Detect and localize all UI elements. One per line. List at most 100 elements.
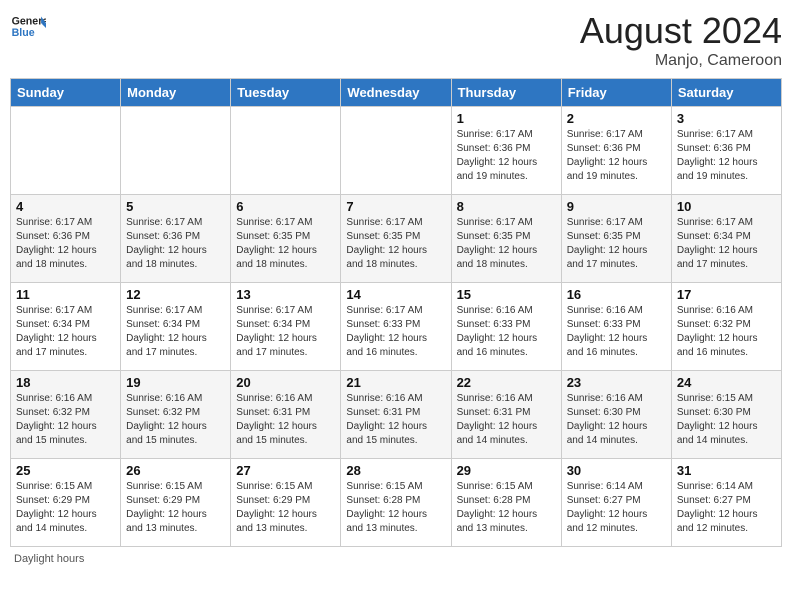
day-info: Sunrise: 6:17 AM Sunset: 6:33 PM Dayligh… <box>346 304 445 360</box>
location-subtitle: Manjo, Cameroon <box>580 52 782 70</box>
day-info: Sunrise: 6:16 AM Sunset: 6:32 PM Dayligh… <box>126 392 225 448</box>
calendar-cell: 5 Sunrise: 6:17 AM Sunset: 6:36 PM Daylig… <box>121 195 231 283</box>
logo-icon: General Blue <box>10 10 46 46</box>
day-info: Sunrise: 6:16 AM Sunset: 6:32 PM Dayligh… <box>677 304 776 360</box>
day-number: 12 <box>126 287 225 302</box>
footer: Daylight hours <box>10 553 782 565</box>
calendar-cell: 25 Sunrise: 6:15 AM Sunset: 6:29 PM Dayli… <box>11 459 121 547</box>
day-number: 13 <box>236 287 335 302</box>
day-info: Sunrise: 6:17 AM Sunset: 6:35 PM Dayligh… <box>346 216 445 272</box>
day-number: 4 <box>16 199 115 214</box>
calendar-cell: 24Sunrise: 6:15 AM Sunset: 6:30 PM Dayli… <box>671 371 781 459</box>
day-number: 28 <box>346 463 445 478</box>
day-number: 5 <box>126 199 225 214</box>
day-number: 8 <box>457 199 556 214</box>
day-number: 27 <box>236 463 335 478</box>
daylight-label: Daylight hours <box>14 553 84 565</box>
calendar-cell: 16Sunrise: 6:16 AM Sunset: 6:33 PM Dayli… <box>561 283 671 371</box>
day-info: Sunrise: 6:17 AM Sunset: 6:36 PM Dayligh… <box>457 128 556 184</box>
calendar-cell: 28 Sunrise: 6:15 AM Sunset: 6:28 PM Dayli… <box>341 459 451 547</box>
calendar-cell: 22Sunrise: 6:16 AM Sunset: 6:31 PM Dayli… <box>451 371 561 459</box>
day-number: 21 <box>346 375 445 390</box>
day-info: Sunrise: 6:16 AM Sunset: 6:30 PM Dayligh… <box>567 392 666 448</box>
day-number: 29 <box>457 463 556 478</box>
calendar-cell <box>11 107 121 195</box>
calendar-cell: 23Sunrise: 6:16 AM Sunset: 6:30 PM Dayli… <box>561 371 671 459</box>
day-info: Sunrise: 6:17 AM Sunset: 6:36 PM Dayligh… <box>126 216 225 272</box>
day-info: Sunrise: 6:17 AM Sunset: 6:36 PM Dayligh… <box>677 128 776 184</box>
day-info: Sunrise: 6:17 AM Sunset: 6:36 PM Dayligh… <box>567 128 666 184</box>
day-info: Sunrise: 6:14 AM Sunset: 6:27 PM Dayligh… <box>567 480 666 536</box>
calendar-cell: 14 Sunrise: 6:17 AM Sunset: 6:33 PM Dayli… <box>341 283 451 371</box>
day-info: Sunrise: 6:17 AM Sunset: 6:35 PM Dayligh… <box>567 216 666 272</box>
day-info: Sunrise: 6:16 AM Sunset: 6:31 PM Dayligh… <box>457 392 556 448</box>
day-number: 6 <box>236 199 335 214</box>
day-info: Sunrise: 6:15 AM Sunset: 6:29 PM Dayligh… <box>236 480 335 536</box>
day-number: 15 <box>457 287 556 302</box>
day-info: Sunrise: 6:16 AM Sunset: 6:32 PM Dayligh… <box>16 392 115 448</box>
calendar-cell: 10 Sunrise: 6:17 AM Sunset: 6:34 PM Dayli… <box>671 195 781 283</box>
day-info: Sunrise: 6:15 AM Sunset: 6:28 PM Dayligh… <box>346 480 445 536</box>
day-number: 17 <box>677 287 776 302</box>
calendar-cell: 6 Sunrise: 6:17 AM Sunset: 6:35 PM Daylig… <box>231 195 341 283</box>
day-number: 2 <box>567 111 666 126</box>
day-info: Sunrise: 6:17 AM Sunset: 6:35 PM Dayligh… <box>236 216 335 272</box>
day-info: Sunrise: 6:17 AM Sunset: 6:34 PM Dayligh… <box>16 304 115 360</box>
day-number: 30 <box>567 463 666 478</box>
col-header-thursday: Thursday <box>451 79 561 107</box>
calendar-cell <box>231 107 341 195</box>
day-info: Sunrise: 6:17 AM Sunset: 6:34 PM Dayligh… <box>677 216 776 272</box>
day-number: 16 <box>567 287 666 302</box>
week-row-3: 11 Sunrise: 6:17 AM Sunset: 6:34 PM Dayli… <box>11 283 782 371</box>
week-row-4: 18 Sunrise: 6:16 AM Sunset: 6:32 PM Dayli… <box>11 371 782 459</box>
calendar-cell: 30 Sunrise: 6:14 AM Sunset: 6:27 PM Dayli… <box>561 459 671 547</box>
day-info: Sunrise: 6:16 AM Sunset: 6:31 PM Dayligh… <box>346 392 445 448</box>
calendar-cell: 9 Sunrise: 6:17 AM Sunset: 6:35 PM Daylig… <box>561 195 671 283</box>
calendar-cell: 27 Sunrise: 6:15 AM Sunset: 6:29 PM Dayli… <box>231 459 341 547</box>
col-header-tuesday: Tuesday <box>231 79 341 107</box>
calendar-cell: 26Sunrise: 6:15 AM Sunset: 6:29 PM Dayli… <box>121 459 231 547</box>
week-row-1: 1 Sunrise: 6:17 AM Sunset: 6:36 PM Daylig… <box>11 107 782 195</box>
calendar-cell: 11 Sunrise: 6:17 AM Sunset: 6:34 PM Dayli… <box>11 283 121 371</box>
day-info: Sunrise: 6:17 AM Sunset: 6:34 PM Dayligh… <box>236 304 335 360</box>
col-header-monday: Monday <box>121 79 231 107</box>
col-header-saturday: Saturday <box>671 79 781 107</box>
svg-text:General: General <box>12 16 46 28</box>
calendar-cell: 7Sunrise: 6:17 AM Sunset: 6:35 PM Daylig… <box>341 195 451 283</box>
day-number: 9 <box>567 199 666 214</box>
day-number: 1 <box>457 111 556 126</box>
calendar-cell: 3 Sunrise: 6:17 AM Sunset: 6:36 PM Daylig… <box>671 107 781 195</box>
col-header-sunday: Sunday <box>11 79 121 107</box>
calendar-cell: 17 Sunrise: 6:16 AM Sunset: 6:32 PM Dayli… <box>671 283 781 371</box>
calendar-cell: 8Sunrise: 6:17 AM Sunset: 6:35 PM Daylig… <box>451 195 561 283</box>
calendar-cell: 12Sunrise: 6:17 AM Sunset: 6:34 PM Dayli… <box>121 283 231 371</box>
day-number: 10 <box>677 199 776 214</box>
calendar-cell: 21 Sunrise: 6:16 AM Sunset: 6:31 PM Dayli… <box>341 371 451 459</box>
day-number: 14 <box>346 287 445 302</box>
day-number: 11 <box>16 287 115 302</box>
calendar-cell: 4 Sunrise: 6:17 AM Sunset: 6:36 PM Daylig… <box>11 195 121 283</box>
day-number: 31 <box>677 463 776 478</box>
calendar-cell: 13 Sunrise: 6:17 AM Sunset: 6:34 PM Dayli… <box>231 283 341 371</box>
day-number: 24 <box>677 375 776 390</box>
day-number: 18 <box>16 375 115 390</box>
calendar-cell: 31Sunrise: 6:14 AM Sunset: 6:27 PM Dayli… <box>671 459 781 547</box>
calendar-table: SundayMondayTuesdayWednesdayThursdayFrid… <box>10 78 782 547</box>
day-info: Sunrise: 6:16 AM Sunset: 6:33 PM Dayligh… <box>457 304 556 360</box>
day-info: Sunrise: 6:15 AM Sunset: 6:29 PM Dayligh… <box>16 480 115 536</box>
day-number: 3 <box>677 111 776 126</box>
header: General Blue August 2024 Manjo, Cameroon <box>10 10 782 70</box>
calendar-cell: 1 Sunrise: 6:17 AM Sunset: 6:36 PM Daylig… <box>451 107 561 195</box>
col-header-wednesday: Wednesday <box>341 79 451 107</box>
calendar-cell: 19Sunrise: 6:16 AM Sunset: 6:32 PM Dayli… <box>121 371 231 459</box>
title-area: August 2024 Manjo, Cameroon <box>580 10 782 70</box>
calendar-cell: 18 Sunrise: 6:16 AM Sunset: 6:32 PM Dayli… <box>11 371 121 459</box>
calendar-cell: 2 Sunrise: 6:17 AM Sunset: 6:36 PM Daylig… <box>561 107 671 195</box>
week-row-2: 4 Sunrise: 6:17 AM Sunset: 6:36 PM Daylig… <box>11 195 782 283</box>
calendar-cell <box>121 107 231 195</box>
week-row-5: 25 Sunrise: 6:15 AM Sunset: 6:29 PM Dayli… <box>11 459 782 547</box>
header-row: SundayMondayTuesdayWednesdayThursdayFrid… <box>11 79 782 107</box>
day-number: 25 <box>16 463 115 478</box>
day-info: Sunrise: 6:17 AM Sunset: 6:36 PM Dayligh… <box>16 216 115 272</box>
calendar-cell: 15 Sunrise: 6:16 AM Sunset: 6:33 PM Dayli… <box>451 283 561 371</box>
